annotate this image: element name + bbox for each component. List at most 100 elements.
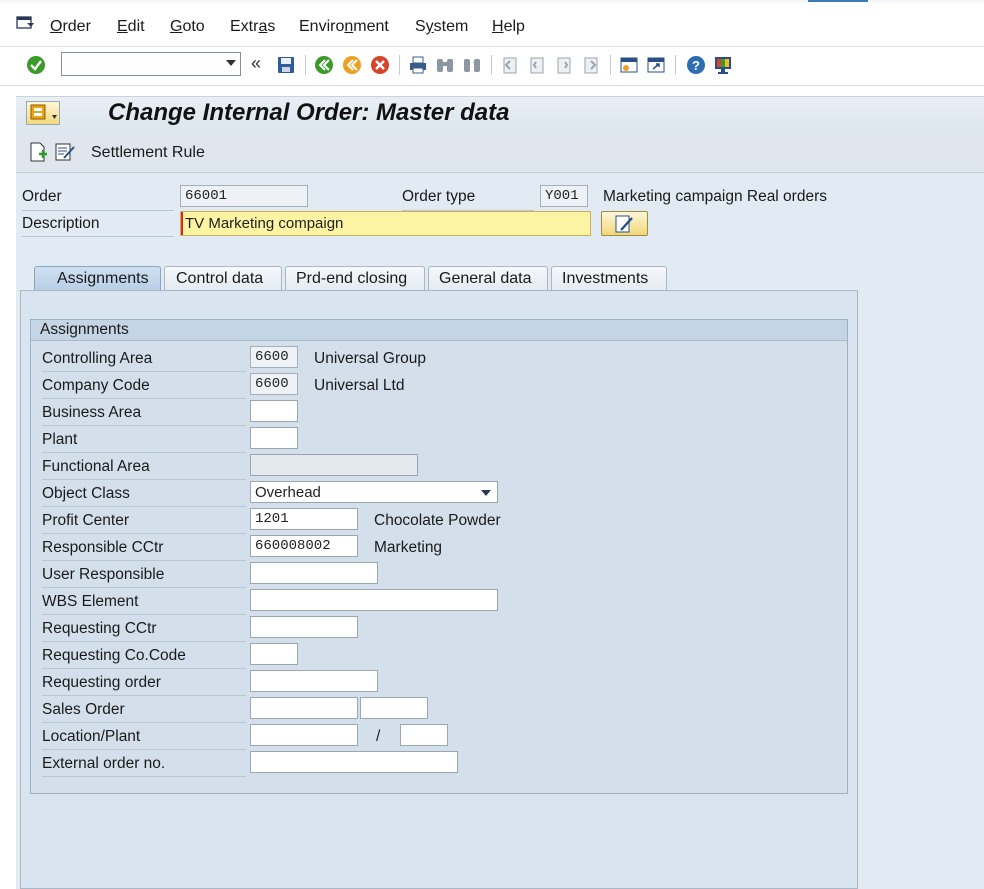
label-underline (22, 236, 174, 237)
menu-icon[interactable] (16, 16, 36, 32)
last-page-icon[interactable] (581, 55, 601, 75)
user-responsible-field[interactable] (250, 562, 378, 584)
save-icon[interactable] (276, 55, 296, 75)
menu-environment[interactable]: Environment (299, 18, 389, 36)
settlement-rule-button[interactable]: Settlement Rule (91, 144, 205, 162)
chevron-down-icon[interactable] (481, 490, 491, 496)
sales-order-label: Sales Order (42, 701, 125, 718)
label-underline (42, 722, 246, 723)
toolbar-separator (675, 55, 676, 75)
tab-assignments[interactable]: Assignments (34, 266, 161, 290)
controlling-area-text: Universal Group (314, 350, 426, 367)
business-area-label: Business Area (42, 404, 142, 421)
first-page-icon[interactable] (500, 55, 520, 75)
wbs-element-label: WBS Element (42, 593, 139, 610)
back-icon[interactable] (314, 55, 334, 75)
tab-investments[interactable]: Investments (551, 266, 667, 290)
help-icon[interactable]: ? (686, 55, 706, 75)
tab-label: Control data (176, 270, 264, 287)
label-underline (42, 614, 246, 615)
responsible-cctr-field[interactable]: 660008002 (250, 535, 358, 557)
label-underline (42, 560, 246, 561)
menu-button[interactable] (26, 101, 60, 125)
location-field[interactable] (250, 724, 358, 746)
customize-layout-icon[interactable] (713, 55, 733, 75)
plant-field[interactable] (250, 427, 298, 449)
tab-prd-end-closing[interactable]: Prd-end closing (285, 266, 425, 290)
order-label: Order (22, 188, 62, 205)
tab-control-data[interactable]: Control data (164, 266, 282, 290)
long-text-button[interactable] (601, 211, 648, 236)
requesting-cctr-field[interactable] (250, 616, 358, 638)
label-underline (42, 776, 246, 777)
create-shortcut-icon[interactable] (646, 55, 666, 75)
edit-document-icon[interactable] (54, 142, 76, 162)
label-underline (42, 506, 246, 507)
object-class-value: Overhead (255, 484, 321, 501)
object-class-select[interactable]: Overhead (250, 481, 498, 503)
plant-location-field[interactable] (400, 724, 448, 746)
label-underline (22, 210, 174, 211)
requesting-order-field[interactable] (250, 670, 378, 692)
menu-help[interactable]: Help (492, 18, 525, 36)
order-field[interactable]: 66001 (180, 185, 308, 207)
menu-edit[interactable]: Edit (117, 18, 145, 36)
transaction-menu-icon (30, 104, 57, 120)
requesting-order-label: Requesting order (42, 674, 161, 691)
next-page-icon[interactable] (554, 55, 574, 75)
tab-label: General data (439, 270, 532, 287)
command-field[interactable] (61, 52, 241, 76)
location-plant-separator: / (376, 728, 381, 745)
label-underline (42, 668, 246, 669)
label-underline (42, 749, 246, 750)
requesting-co-code-field[interactable] (250, 643, 298, 665)
tab-label: Assignments (57, 270, 149, 287)
sales-order-field[interactable] (250, 697, 358, 719)
group-title: Assignments (40, 321, 129, 338)
print-icon[interactable] (408, 55, 428, 75)
controlling-area-label: Controlling Area (42, 350, 153, 367)
exit-icon[interactable] (342, 55, 362, 75)
assignments-group-header: Assignments (31, 320, 847, 341)
menu-extras[interactable]: Extras (230, 18, 275, 36)
order-type-field[interactable]: Y001 (540, 185, 588, 207)
controlling-area-field[interactable]: 6600 (250, 346, 298, 368)
company-code-label: Company Code (42, 377, 150, 394)
requesting-cctr-label: Requesting CCtr (42, 620, 157, 637)
functional-area-field[interactable] (250, 454, 418, 476)
external-order-no-label: External order no. (42, 755, 166, 772)
edit-long-text-icon (615, 215, 633, 233)
description-field[interactable]: TV Marketing compaign (180, 211, 591, 236)
functional-area-label: Functional Area (42, 458, 150, 475)
collapse-command-icon[interactable]: « (251, 53, 261, 74)
profit-center-field[interactable]: 1201 (250, 508, 358, 530)
label-underline (42, 533, 246, 534)
label-underline (42, 425, 246, 426)
prev-page-icon[interactable] (527, 55, 547, 75)
tab-label: Prd-end closing (296, 270, 408, 287)
plant-label: Plant (42, 431, 78, 448)
requesting-co-code-label: Requesting Co.Code (42, 647, 186, 664)
create-document-icon[interactable] (28, 142, 48, 162)
object-class-label: Object Class (42, 485, 130, 502)
menu-system[interactable]: System (415, 18, 468, 36)
company-code-field[interactable]: 6600 (250, 373, 298, 395)
menu-goto[interactable]: Goto (170, 18, 205, 36)
external-order-no-field[interactable] (250, 751, 458, 773)
svg-text:?: ? (692, 58, 700, 73)
menu-bar: Order Edit Goto Extras Environment Syste… (0, 0, 984, 47)
sales-order-item-field[interactable] (360, 697, 428, 719)
tab-general-data[interactable]: General data (428, 266, 548, 290)
cancel-icon[interactable] (370, 55, 390, 75)
title-bar: Change Internal Order: Master data (16, 96, 984, 133)
business-area-field[interactable] (250, 400, 298, 422)
chevron-down-icon[interactable] (226, 60, 236, 66)
find-icon[interactable] (435, 55, 455, 75)
description-label: Description (22, 215, 100, 232)
new-session-icon[interactable] (619, 55, 639, 75)
find-next-icon[interactable] (462, 55, 482, 75)
wbs-element-field[interactable] (250, 589, 498, 611)
enter-check-icon[interactable] (26, 55, 46, 75)
menu-order[interactable]: Order (50, 18, 91, 36)
profit-center-text: Chocolate Powder (374, 512, 501, 529)
